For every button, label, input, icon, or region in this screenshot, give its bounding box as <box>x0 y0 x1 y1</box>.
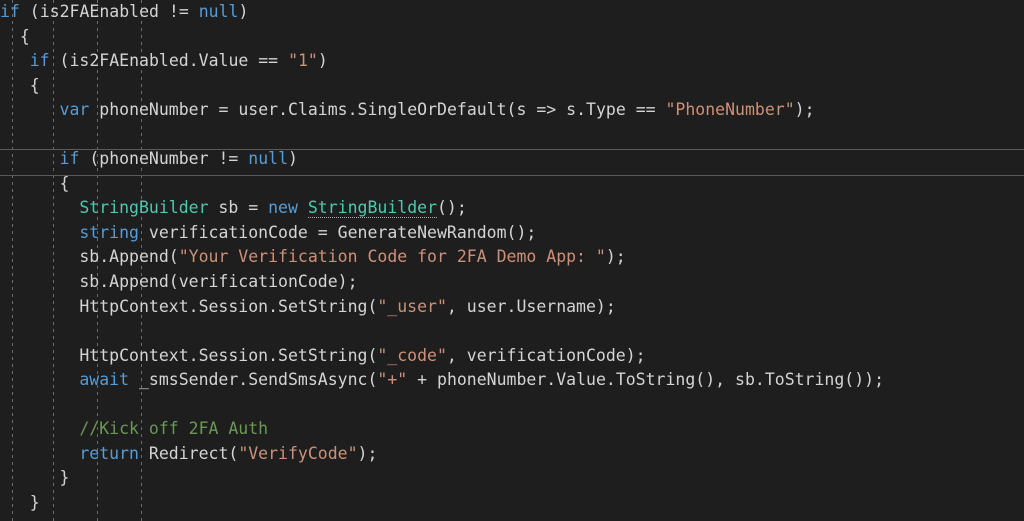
code-line[interactable]: var phoneNumber = user.Claims.SingleOrDe… <box>0 98 1024 123</box>
token-typ: StringBuilder <box>307 198 437 219</box>
token-str: "PhoneNumber" <box>665 100 795 120</box>
token-kw: null <box>198 2 239 21</box>
token-brc: { <box>29 75 40 95</box>
token-kw: var <box>59 100 90 120</box>
token-pln: is2FAEnabled.Value <box>69 51 249 71</box>
token-pln <box>298 198 308 217</box>
code-line[interactable]: } <box>0 466 1024 491</box>
token-pln: verificationCode = GenerateNewRandom(); <box>138 222 537 242</box>
token-kw: new <box>268 198 298 218</box>
code-line[interactable]: return Redirect("VerifyCode"); <box>0 442 1024 467</box>
token-str: "Your Verification Code for 2FA Demo App… <box>178 247 606 267</box>
code-line[interactable]: { <box>0 172 1024 197</box>
code-line[interactable] <box>0 393 1024 418</box>
code-line[interactable]: if (is2FAEnabled.Value == "1") <box>0 49 1024 74</box>
token-kw: if <box>29 51 50 71</box>
token-str: "VerifyCode" <box>238 443 358 463</box>
token-pln: ); <box>357 443 378 463</box>
code-line[interactable]: } <box>0 491 1024 516</box>
token-pln: , verificationCode); <box>446 345 646 365</box>
token-brc: } <box>59 468 70 488</box>
token-str: "_code" <box>377 345 447 365</box>
token-brc: { <box>19 26 30 46</box>
token-pln: == <box>248 51 289 71</box>
token-pln: ( <box>49 51 70 71</box>
token-pln: HttpContext.Session.SetString( <box>79 345 378 365</box>
token-pln: ) <box>288 149 298 169</box>
token-str: "+" <box>377 370 408 390</box>
token-pln: (phoneNumber != <box>79 149 249 169</box>
code-line[interactable]: { <box>0 74 1024 99</box>
token-kw: return <box>79 443 139 463</box>
token-cmt: //Kick off 2FA Auth <box>79 419 269 439</box>
code-line[interactable]: sb.Append(verificationCode); <box>0 270 1024 295</box>
token-str: "_user" <box>377 296 447 316</box>
code-line[interactable]: HttpContext.Session.SetString("_code", v… <box>0 344 1024 369</box>
token-pln: phoneNumber = user.Claims.SingleOrDefaul… <box>89 100 666 120</box>
token-pln: _smsSender.SendSmsAsync( <box>129 370 378 390</box>
code-line[interactable]: //Kick off 2FA Auth <box>0 417 1024 442</box>
token-pln: sb.Append(verificationCode); <box>79 272 358 292</box>
code-line[interactable]: await _smsSender.SendSmsAsync("+" + phon… <box>0 368 1024 393</box>
token-pln: is2FAEnabled <box>39 2 159 21</box>
code-line[interactable]: string verificationCode = GenerateNewRan… <box>0 221 1024 246</box>
code-line[interactable] <box>0 123 1024 148</box>
token-pln: sb = <box>208 198 269 218</box>
token-pln: , user.Username); <box>446 296 616 316</box>
token-kw: if <box>0 2 20 21</box>
token-pln: HttpContext.Session.SetString( <box>79 296 378 316</box>
token-pln: sb.Append( <box>79 247 179 267</box>
token-pln: ) <box>317 51 328 71</box>
token-kw: string <box>79 222 139 242</box>
token-pln: Redirect( <box>138 443 239 463</box>
code-line[interactable]: if (is2FAEnabled != null) <box>0 0 1024 25</box>
code-content[interactable]: if (is2FAEnabled != null){if (is2FAEnabl… <box>0 0 1024 515</box>
token-str: "1" <box>288 51 318 71</box>
token-pln: ) <box>238 2 249 21</box>
code-line[interactable] <box>0 319 1024 344</box>
token-brc: } <box>29 492 40 512</box>
token-kw: await <box>79 370 130 390</box>
code-line[interactable]: if (phoneNumber != null) <box>0 147 1024 172</box>
token-pln: ( <box>19 2 40 21</box>
token-pln: ); <box>794 100 815 120</box>
code-editor[interactable]: if (is2FAEnabled != null){if (is2FAEnabl… <box>0 0 1024 521</box>
token-pln: ); <box>605 247 626 267</box>
code-line[interactable]: StringBuilder sb = new StringBuilder(); <box>0 196 1024 221</box>
token-kw: if <box>59 149 80 169</box>
token-typ: StringBuilder <box>79 198 209 218</box>
token-kw: null <box>248 149 289 169</box>
token-pln: (); <box>437 198 467 218</box>
code-line[interactable]: { <box>0 25 1024 50</box>
token-pln: + phoneNumber.Value.ToString(), sb.ToStr… <box>407 370 885 390</box>
token-brc: { <box>59 173 70 193</box>
code-line[interactable]: HttpContext.Session.SetString("_user", u… <box>0 295 1024 320</box>
token-pln: != <box>158 2 199 21</box>
code-line[interactable]: sb.Append("Your Verification Code for 2F… <box>0 245 1024 270</box>
